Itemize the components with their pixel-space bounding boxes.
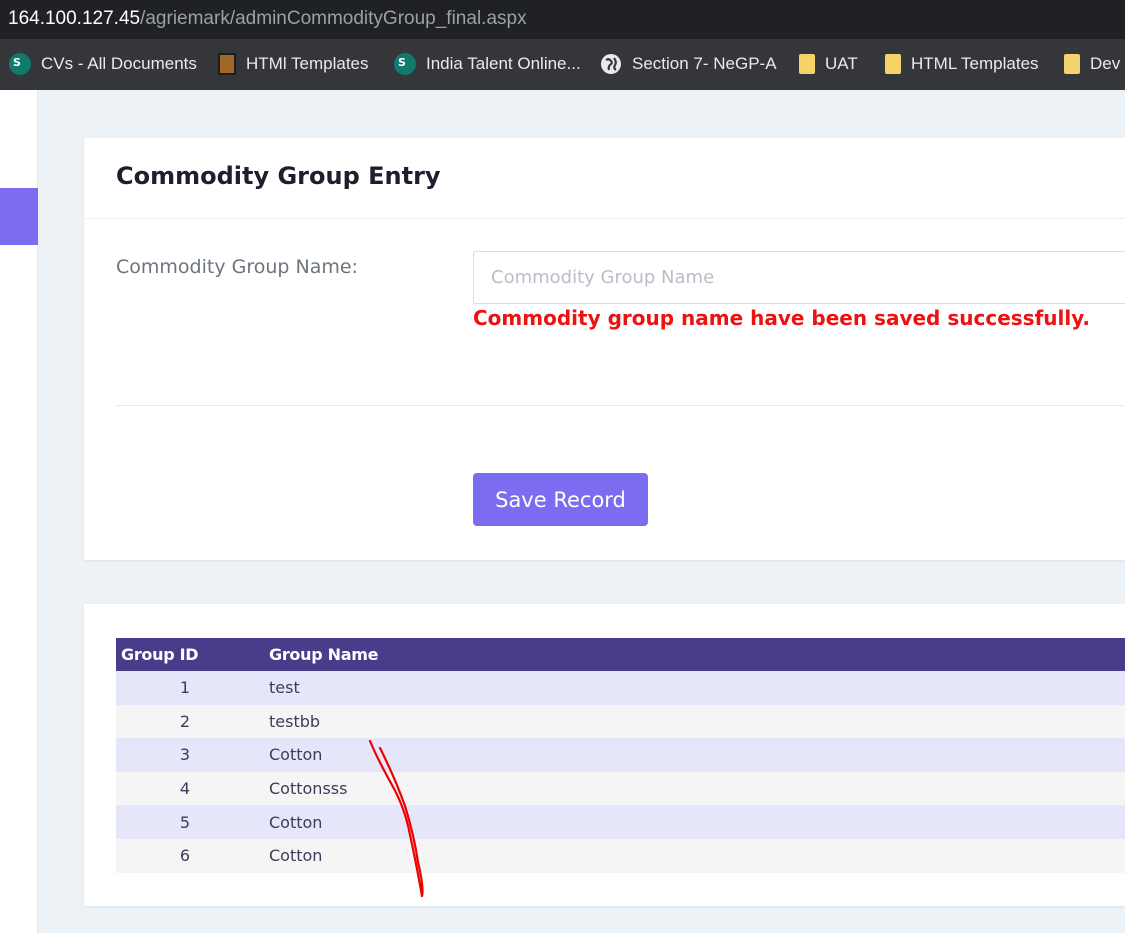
- cell-group-name: Cottonsss: [265, 771, 1125, 806]
- cell-group-name: Cotton: [265, 805, 1125, 839]
- column-header-group-name: Group Name: [265, 638, 1125, 671]
- commodity-group-name-input[interactable]: [473, 251, 1125, 304]
- bookmark-html-templates-1[interactable]: HTMl Templates: [218, 53, 369, 75]
- sharepoint-icon: [9, 53, 31, 75]
- table-row: 5 Cotton: [116, 805, 1125, 839]
- url-text[interactable]: 164.100.127.45/agriemark/adminCommodityG…: [8, 8, 527, 30]
- bookmark-uat[interactable]: UAT: [799, 53, 858, 75]
- bookmark-section7[interactable]: Section 7- NeGP-A: [600, 53, 777, 75]
- url-path: /agriemark/adminCommodityGroup_final.asp…: [140, 8, 527, 29]
- cell-group-name: Cotton: [265, 838, 1125, 873]
- cell-group-id: 4: [116, 771, 265, 806]
- cell-group-id: 1: [116, 671, 265, 705]
- entry-card: Commodity Group Entry Commodity Group Na…: [84, 138, 1125, 560]
- sharepoint-icon: [394, 53, 416, 75]
- folder-icon: [885, 54, 901, 74]
- bookmarks-bar: CVs - All Documents HTMl Templates India…: [0, 39, 1125, 90]
- table-header-row: Group ID Group Name: [116, 638, 1125, 671]
- cell-group-id: 3: [116, 738, 265, 772]
- table-row: 4 Cottonsss: [116, 771, 1125, 806]
- page-content: Commodity Group Entry Commodity Group Na…: [0, 90, 1125, 933]
- title-divider: [84, 218, 1125, 219]
- commodity-group-name-label: Commodity Group Name:: [116, 256, 358, 278]
- bookmark-label: Section 7- NeGP-A: [632, 54, 777, 73]
- bookmark-label: UAT: [825, 54, 858, 73]
- bookmark-dev[interactable]: Dev: [1064, 53, 1120, 75]
- table-row: 6 Cotton: [116, 838, 1125, 873]
- cell-group-id: 5: [116, 805, 265, 839]
- bookmark-label: India Talent Online...: [426, 54, 581, 73]
- column-header-group-id: Group ID: [116, 638, 265, 671]
- bookmark-label: HTML Templates: [911, 54, 1039, 73]
- cell-group-id: 6: [116, 838, 265, 873]
- table-card: Group ID Group Name 1 test 2 testbb 3 Co…: [84, 604, 1125, 906]
- sidebar: [0, 90, 38, 933]
- cell-group-id: 2: [116, 704, 265, 739]
- bookmark-label: HTMl Templates: [246, 54, 369, 73]
- folder-icon: [1064, 54, 1080, 74]
- table-row: 1 test: [116, 671, 1125, 705]
- sidebar-active-item[interactable]: [0, 188, 38, 245]
- table-row: 3 Cotton: [116, 738, 1125, 772]
- bookmark-label: Dev: [1090, 54, 1121, 73]
- folder-icon: [799, 54, 815, 74]
- url-host: 164.100.127.45: [8, 8, 141, 29]
- success-message: Commodity group name have been saved suc…: [473, 306, 1091, 330]
- commodity-group-table: Group ID Group Name 1 test 2 testbb 3 Co…: [116, 638, 1125, 873]
- cell-group-name: testbb: [265, 704, 1125, 739]
- form-divider: [116, 405, 1125, 406]
- page-title: Commodity Group Entry: [116, 162, 441, 190]
- cell-group-name: test: [265, 671, 1125, 705]
- bookmark-cvs[interactable]: CVs - All Documents: [9, 53, 197, 75]
- globe-icon: [601, 54, 621, 74]
- bookmark-label: CVs - All Documents: [41, 54, 197, 73]
- template-icon: [218, 53, 236, 75]
- bookmark-india-talent[interactable]: India Talent Online...: [394, 53, 581, 75]
- cell-group-name: Cotton: [265, 738, 1125, 772]
- bookmark-html-templates-2[interactable]: HTML Templates: [885, 53, 1039, 75]
- table-row: 2 testbb: [116, 704, 1125, 739]
- browser-address-bar[interactable]: 164.100.127.45/agriemark/adminCommodityG…: [0, 0, 1125, 39]
- save-record-button[interactable]: Save Record: [473, 473, 648, 526]
